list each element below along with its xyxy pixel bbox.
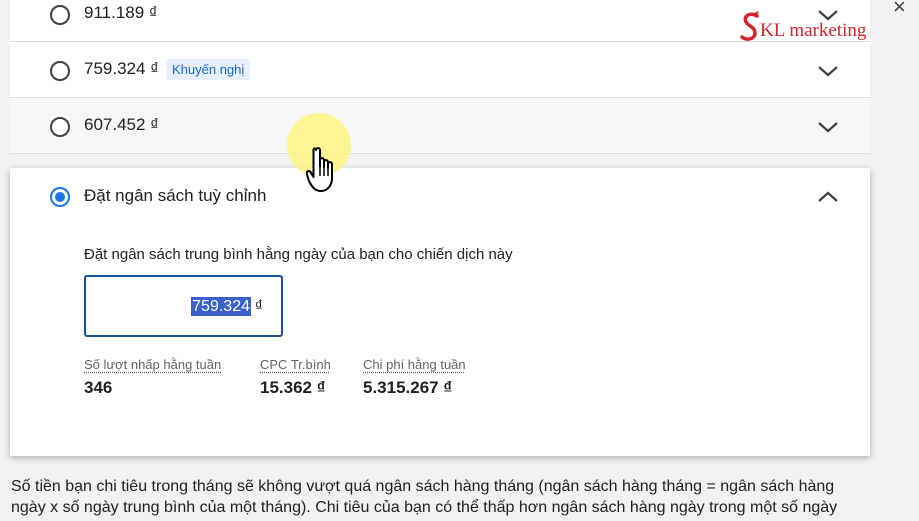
avg-cpc-value: 15.362 ₫ [260, 378, 326, 397]
weekly-clicks-value: 346 [84, 378, 113, 397]
logo-text: KL marketing [760, 20, 867, 41]
hand-cursor-icon [305, 146, 344, 199]
budget-input-value: 759.324 [191, 297, 251, 316]
budget-prompt: Đặt ngân sách trung bình hằng ngày của b… [84, 246, 513, 263]
budget-explanation: Số tiền bạn chi tiêu trong tháng sẽ khôn… [11, 476, 891, 518]
weekly-cost-label: Chi phí hằng tuần [363, 357, 466, 372]
radio-button-selected[interactable] [50, 187, 70, 207]
chevron-up-icon[interactable] [816, 190, 840, 204]
recommended-badge: Khuyến nghị [166, 59, 251, 80]
budget-option-3[interactable]: 607.452 ₫ [10, 98, 870, 154]
explanation-line: Số tiền bạn chi tiêu trong tháng sẽ khôn… [11, 478, 835, 495]
explanation-line: ngày x số ngày trung bình của một tháng)… [11, 499, 838, 516]
budget-option-label: 911.189 ₫ [84, 3, 158, 22]
budget-option-label: 607.452 ₫ [84, 115, 159, 134]
chevron-down-icon[interactable] [816, 64, 840, 78]
custom-budget-card: Đặt ngân sách tuỳ chỉnh Đặt ngân sách tr… [10, 168, 870, 456]
weekly-clicks-label: Số lượt nhấp hằng tuần [84, 357, 222, 372]
avg-cpc-label: CPC Tr.bình [260, 357, 331, 372]
custom-budget-label: Đặt ngân sách tuỳ chỉnh [84, 186, 267, 205]
radio-button[interactable] [50, 5, 70, 25]
budget-option-label: 759.324 ₫ [84, 59, 159, 78]
daily-budget-input[interactable]: 759.324 ₫ [84, 275, 283, 337]
radio-button[interactable] [50, 117, 70, 137]
currency-symbol: ₫ [254, 298, 263, 315]
weekly-cost-value: 5.315.267 ₫ [363, 378, 453, 397]
chevron-down-icon[interactable] [816, 120, 840, 134]
radio-button[interactable] [50, 61, 70, 81]
close-icon[interactable]: × [893, 0, 906, 20]
budget-option-2[interactable]: 759.324 ₫ Khuyến nghị [10, 42, 870, 98]
